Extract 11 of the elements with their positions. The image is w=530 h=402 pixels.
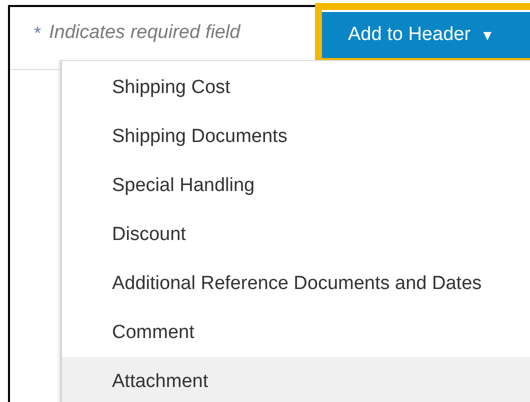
caret-icon: ▼	[480, 27, 494, 43]
menu-item[interactable]: Discount	[62, 210, 530, 259]
menu-item[interactable]: Shipping Cost	[62, 63, 530, 112]
menu-item[interactable]: Attachment	[62, 357, 530, 402]
menu-item[interactable]: Additional Reference Documents and Dates	[62, 259, 530, 308]
menu-item[interactable]: Comment	[62, 308, 530, 357]
menu-item[interactable]: Shipping Documents	[62, 112, 530, 161]
menu-item[interactable]: Special Handling	[62, 161, 530, 210]
required-mark: *	[34, 22, 42, 44]
required-note: Indicates required field	[49, 22, 240, 44]
add-to-header-button[interactable]: Add to Header ▼	[322, 12, 530, 58]
